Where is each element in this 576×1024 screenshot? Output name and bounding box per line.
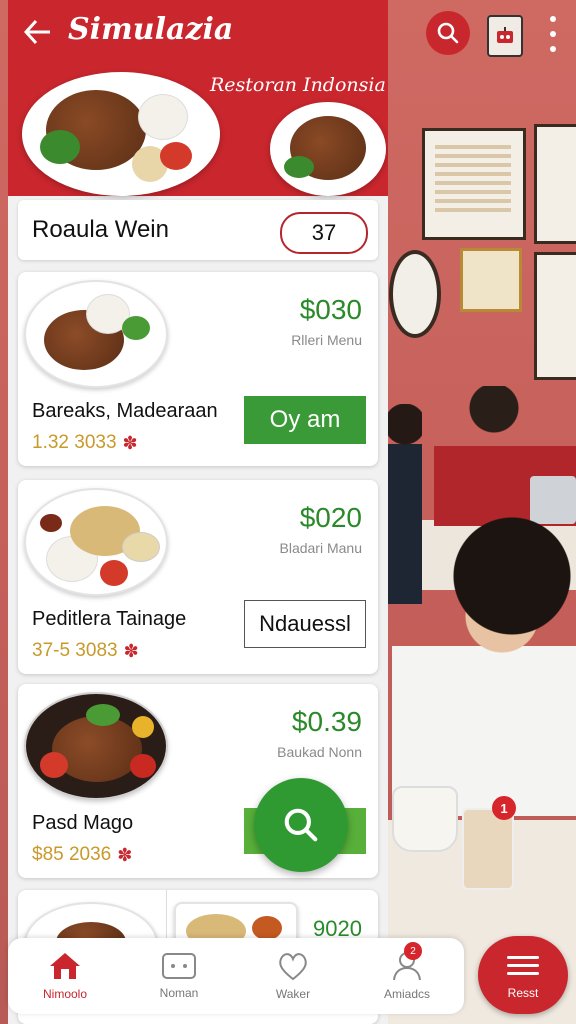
heart-icon bbox=[279, 953, 307, 981]
search-icon bbox=[437, 22, 459, 44]
flower-icon: ✽ bbox=[117, 844, 133, 865]
menu-item-card[interactable]: $030 Rlleri Menu Bareaks, Madearaan 1.32… bbox=[18, 272, 378, 466]
nav-label: Waker bbox=[275, 987, 311, 1001]
search-fab[interactable] bbox=[254, 778, 348, 872]
header-dish-image bbox=[22, 72, 220, 196]
item-meta: $85 2036 ✽ bbox=[32, 844, 132, 866]
search-bar[interactable]: Roaula Wein 37 bbox=[18, 200, 378, 260]
flower-icon: ✽ bbox=[122, 432, 138, 453]
wall-poster bbox=[534, 124, 576, 244]
nav-item-favorites[interactable]: Waker bbox=[236, 938, 350, 1014]
bottom-nav: Nimoolo Noman Waker Amiadcs 2 bbox=[8, 938, 464, 1014]
top-search-button[interactable] bbox=[426, 11, 470, 55]
item-price: $0.39 bbox=[291, 706, 362, 737]
menu-item-card[interactable]: $020 Bladari Manu Peditlera Tainage 37-5… bbox=[18, 480, 378, 674]
notification-badge: 2 bbox=[404, 942, 422, 960]
restaurant-name: Restoran Indonsia bbox=[210, 74, 386, 96]
item-meta-text: 37-5 3083 bbox=[32, 640, 118, 661]
dish-image bbox=[24, 280, 168, 388]
drink-glass bbox=[462, 808, 514, 890]
nav-label: Nimoolo bbox=[42, 987, 87, 1001]
coffee-cup bbox=[392, 786, 458, 852]
nav-item-chat[interactable]: Noman bbox=[122, 938, 236, 1014]
header-dish-image bbox=[270, 102, 386, 196]
dot bbox=[550, 16, 556, 22]
header: Simulazia Restoran Indonsia bbox=[8, 0, 388, 196]
dot bbox=[550, 31, 556, 37]
result-count-pill[interactable]: 37 bbox=[280, 212, 368, 254]
menu-panel: Simulazia Restoran Indonsia Roaula Wein … bbox=[8, 0, 388, 1024]
robot-icon bbox=[497, 27, 513, 43]
details-button[interactable]: Ndauessl bbox=[244, 600, 366, 648]
item-meta: 1.32 3033 ✽ bbox=[32, 432, 138, 454]
item-subtitle: Baukad Nonn bbox=[277, 744, 362, 760]
back-arrow-icon bbox=[23, 19, 50, 45]
reset-label: Resst bbox=[507, 985, 539, 1000]
item-meta-text: $85 2036 bbox=[32, 844, 112, 865]
notification-badge: 1 bbox=[492, 796, 516, 820]
app-title: Simulazia bbox=[68, 12, 234, 47]
dish-image bbox=[24, 488, 168, 596]
dot bbox=[550, 46, 556, 52]
search-input[interactable]: Roaula Wein bbox=[32, 216, 169, 244]
wall-clock bbox=[389, 250, 441, 338]
chat-icon bbox=[162, 953, 196, 979]
item-meta: 37-5 3083 ✽ bbox=[32, 640, 139, 662]
item-meta-text: 1.32 3033 bbox=[32, 432, 117, 453]
search-icon bbox=[284, 808, 318, 842]
back-button[interactable] bbox=[18, 12, 58, 52]
order-button[interactable]: Oy am bbox=[244, 396, 366, 444]
wall-poster bbox=[534, 252, 576, 380]
item-name: Pasd Mago bbox=[32, 812, 134, 834]
wall-certificate bbox=[460, 248, 522, 312]
nav-label: Noman bbox=[159, 986, 199, 1000]
item-price: $020 bbox=[299, 502, 362, 533]
flower-icon: ✽ bbox=[123, 640, 139, 661]
nav-item-account[interactable]: Amiadcs 2 bbox=[350, 938, 464, 1014]
bot-button[interactable] bbox=[487, 15, 523, 57]
woman-eating bbox=[392, 516, 576, 816]
item-price: $030 bbox=[299, 294, 362, 325]
home-icon bbox=[50, 953, 80, 979]
item-name: Bareaks, Madearaan bbox=[32, 400, 218, 422]
nav-item-home[interactable]: Nimoolo bbox=[8, 938, 122, 1014]
more-options-button[interactable] bbox=[542, 16, 564, 52]
item-subtitle: Bladari Manu bbox=[279, 540, 363, 556]
wall-menu-board bbox=[422, 128, 526, 240]
menu-icon bbox=[507, 951, 539, 980]
reset-button[interactable]: Resst bbox=[478, 936, 568, 1014]
item-subtitle: Rlleri Menu bbox=[291, 332, 362, 348]
dish-image bbox=[24, 692, 168, 800]
item-name: Peditlera Tainage bbox=[32, 608, 187, 630]
nav-label: Amiadcs bbox=[383, 987, 430, 1001]
